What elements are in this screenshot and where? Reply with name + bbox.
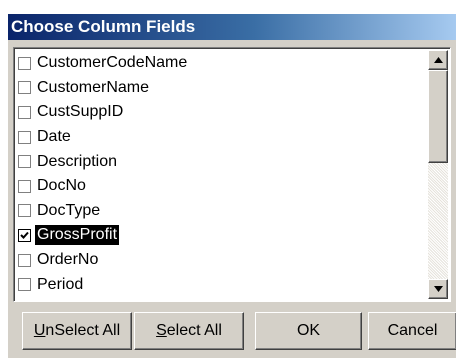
unselect-all-label: nSelect All <box>45 322 121 339</box>
list-item-label: Description <box>37 152 118 170</box>
select-all-label: elect All <box>166 322 222 339</box>
scroll-up-button[interactable] <box>428 50 448 70</box>
checkbox[interactable] <box>18 278 31 292</box>
list-item-label: CustomerName <box>37 78 150 96</box>
list-item-label: Date <box>37 128 71 146</box>
checkmark-icon <box>20 231 29 239</box>
cancel-button[interactable]: Cancel <box>368 312 456 350</box>
checkbox[interactable] <box>18 155 31 169</box>
list-item-label: Period <box>37 275 84 293</box>
list-item-label: CustomerCodeName <box>37 54 188 72</box>
list-item-label: OrderNo <box>37 251 99 269</box>
triangle-down-icon <box>434 286 443 292</box>
list-item[interactable]: DocType <box>16 199 428 224</box>
checkbox[interactable] <box>18 56 31 70</box>
checkbox[interactable] <box>18 105 31 119</box>
list-item-label: DocType <box>37 201 101 219</box>
select-all-button[interactable]: Select All <box>134 312 244 350</box>
ok-button[interactable]: OK <box>255 312 362 350</box>
list-item-label: CustSuppID <box>37 103 124 121</box>
list-item[interactable]: OrderNo <box>16 248 428 273</box>
unselect-all-button[interactable]: UnSelect All <box>22 312 132 350</box>
list-item[interactable]: GrossProfit <box>16 223 428 248</box>
choose-column-fields-dialog: Choose Column Fields CustomerCodeName Cu… <box>0 0 456 358</box>
list-item[interactable]: DocNo <box>16 174 428 199</box>
dialog-title: Choose Column Fields <box>8 14 456 40</box>
list-item[interactable]: Period <box>16 272 428 297</box>
list-item[interactable]: CustomerCodeName <box>16 51 428 76</box>
list-item-label: DocNo <box>37 177 86 195</box>
select-all-mnemonic: S <box>156 322 167 339</box>
column-fields-listbox[interactable]: CustomerCodeName CustomerName CustSuppID… <box>13 47 451 302</box>
checkbox[interactable] <box>18 204 31 218</box>
vertical-scrollbar[interactable] <box>428 50 448 299</box>
column-fields-list: CustomerCodeName CustomerName CustSuppID… <box>16 51 428 297</box>
checkbox[interactable] <box>18 81 31 95</box>
triangle-up-icon <box>434 57 443 63</box>
button-row: UnSelect All Select All OK Cancel <box>12 312 456 350</box>
list-item-label: GrossProfit <box>35 225 120 246</box>
checkbox[interactable] <box>18 253 31 267</box>
unselect-all-mnemonic: U <box>33 322 46 339</box>
list-item[interactable]: Date <box>16 125 428 150</box>
list-item[interactable]: CustomerName <box>16 76 428 101</box>
list-item[interactable]: CustSuppID <box>16 100 428 125</box>
checkbox[interactable] <box>18 228 31 242</box>
scroll-thumb[interactable] <box>428 70 448 163</box>
checkbox[interactable] <box>18 179 31 193</box>
scroll-down-button[interactable] <box>428 279 448 299</box>
list-item[interactable]: Description <box>16 149 428 174</box>
checkbox[interactable] <box>18 130 31 144</box>
